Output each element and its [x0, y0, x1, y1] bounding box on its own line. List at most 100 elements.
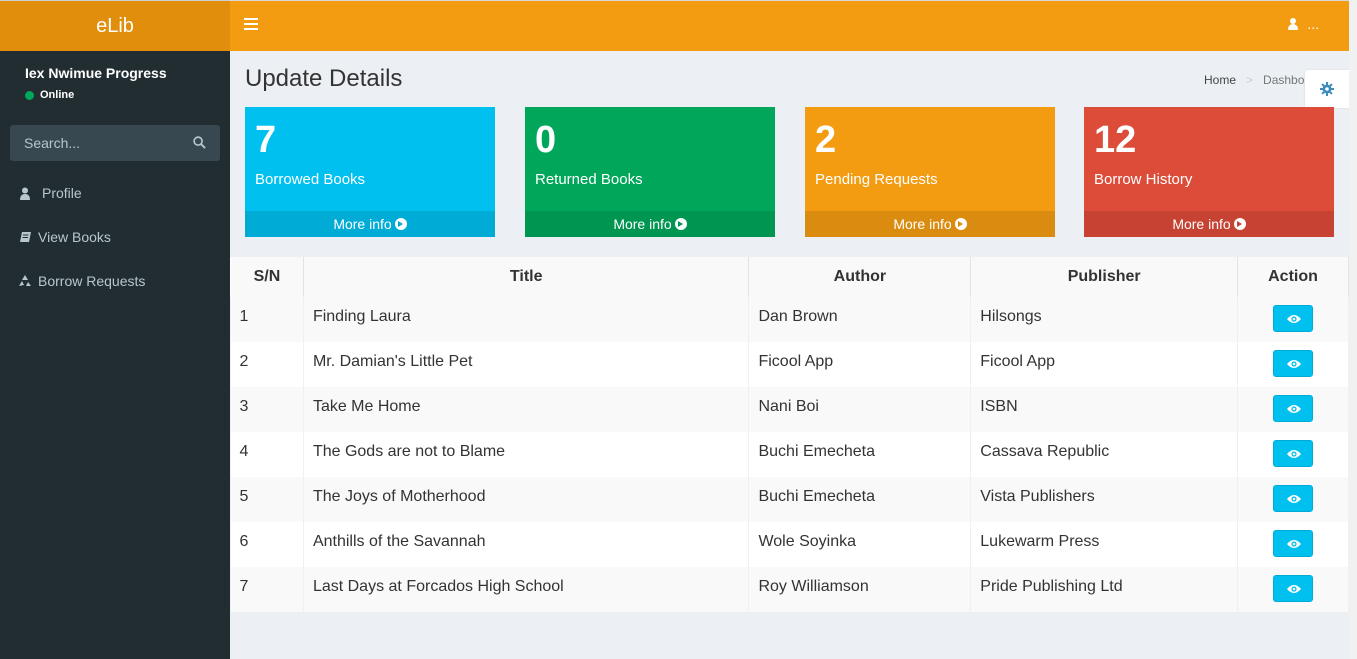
- table-header-row: S/N Title Author Publisher Action: [230, 257, 1349, 297]
- stat-value: 0: [535, 119, 557, 161]
- gear-icon: [1320, 82, 1334, 96]
- cell-action: [1237, 522, 1349, 567]
- eye-icon: [1287, 404, 1302, 413]
- cell-publisher: Ficool App: [970, 342, 1239, 387]
- cell-title: The Gods are not to Blame: [303, 432, 750, 477]
- column-header-action: Action: [1237, 257, 1349, 297]
- stat-box-returned-books: 0 Returned Books More info: [525, 107, 775, 237]
- more-info-link[interactable]: More info: [525, 211, 775, 237]
- cell-action: [1237, 432, 1349, 477]
- more-info-link[interactable]: More info: [805, 211, 1055, 237]
- sidebar: Iex Nwimue Progress Online Profile View …: [0, 51, 230, 659]
- search-icon[interactable]: [193, 136, 206, 149]
- books-table-container: S/N Title Author Publisher Action 1 Find…: [230, 257, 1349, 612]
- breadcrumb-separator: >: [1246, 73, 1254, 87]
- arrow-circle-right-icon: [674, 218, 687, 230]
- cell-sn: 4: [230, 432, 304, 477]
- user-status-label: Online: [40, 89, 75, 101]
- column-header-publisher: Publisher: [970, 257, 1239, 297]
- sidebar-menu: Profile View Books Borrow Requests: [0, 171, 230, 303]
- eye-icon: [1287, 539, 1302, 548]
- table-row: 3 Take Me Home Nani Boi ISBN: [230, 387, 1349, 432]
- more-info-label: More info: [613, 216, 672, 232]
- user-icon: [1288, 17, 1299, 31]
- user-icon: [18, 186, 32, 200]
- search-input[interactable]: [10, 125, 220, 161]
- table-row: 1 Finding Laura Dan Brown Hilsongs: [230, 297, 1349, 342]
- user-menu-label: ...: [1307, 16, 1319, 32]
- recycle-icon: [18, 274, 32, 288]
- cell-author: Buchi Emecheta: [748, 432, 972, 477]
- table-row: 2 Mr. Damian's Little Pet Ficool App Fic…: [230, 342, 1349, 387]
- view-button[interactable]: [1273, 484, 1314, 512]
- view-button[interactable]: [1273, 304, 1314, 332]
- cell-author: Nani Boi: [748, 387, 972, 432]
- cell-action: [1237, 477, 1349, 522]
- column-header-title: Title: [302, 257, 750, 297]
- eye-icon: [1287, 449, 1302, 458]
- cell-author: Ficool App: [748, 342, 972, 387]
- view-button[interactable]: [1273, 349, 1314, 377]
- stat-value: 2: [815, 119, 837, 161]
- cell-publisher: Cassava Republic: [970, 432, 1239, 477]
- sidebar-toggle-icon[interactable]: [244, 18, 258, 32]
- cell-author: Roy Williamson: [748, 567, 972, 612]
- more-info-link[interactable]: More info: [1084, 211, 1334, 237]
- cell-title: Finding Laura: [303, 297, 750, 342]
- cell-publisher: Pride Publishing Ltd: [970, 567, 1239, 612]
- cell-action: [1237, 387, 1349, 432]
- user-panel: Iex Nwimue Progress Online: [0, 51, 230, 119]
- cell-publisher: ISBN: [970, 387, 1239, 432]
- cell-publisher: Lukewarm Press: [970, 522, 1239, 567]
- eye-icon: [1287, 584, 1302, 593]
- sidebar-item-profile[interactable]: Profile: [0, 171, 230, 215]
- cell-author: Dan Brown: [748, 297, 972, 342]
- online-status-icon: [25, 90, 34, 100]
- cell-title: Take Me Home: [303, 387, 750, 432]
- cell-action: [1237, 567, 1349, 612]
- cell-author: Wole Soyinka: [748, 522, 972, 567]
- cell-author: Buchi Emecheta: [748, 477, 972, 522]
- user-name: Iex Nwimue Progress: [25, 65, 167, 81]
- books-table: S/N Title Author Publisher Action 1 Find…: [230, 257, 1349, 612]
- cell-title: The Joys of Motherhood: [303, 477, 750, 522]
- page-scrollbar[interactable]: [1349, 0, 1357, 659]
- view-button[interactable]: [1273, 529, 1314, 557]
- cell-title: Mr. Damian's Little Pet: [303, 342, 750, 387]
- arrow-circle-right-icon: [1233, 218, 1246, 230]
- sidebar-item-label: Borrow Requests: [38, 273, 146, 289]
- stat-box-borrow-history: 12 Borrow History More info: [1084, 107, 1334, 237]
- view-button[interactable]: [1273, 394, 1314, 422]
- more-info-label: More info: [333, 216, 392, 232]
- table-row: 6 Anthills of the Savannah Wole Soyinka …: [230, 522, 1349, 567]
- column-header-sn: S/N: [230, 257, 304, 297]
- cell-sn: 7: [230, 567, 304, 612]
- stat-label: Pending Requests: [815, 171, 938, 188]
- table-row: 7 Last Days at Forcados High School Roy …: [230, 567, 1349, 612]
- app-logo[interactable]: eLib: [0, 0, 230, 51]
- sidebar-item-view-books[interactable]: View Books: [0, 215, 230, 259]
- eye-icon: [1287, 494, 1302, 503]
- top-navbar: ...: [230, 0, 1349, 51]
- more-info-link[interactable]: More info: [245, 211, 495, 237]
- cell-action: [1237, 342, 1349, 387]
- sidebar-item-label: View Books: [38, 229, 111, 245]
- eye-icon: [1287, 314, 1302, 323]
- eye-icon: [1287, 359, 1302, 368]
- table-row: 4 The Gods are not to Blame Buchi Emeche…: [230, 432, 1349, 477]
- page-title: Update Details: [245, 65, 403, 92]
- user-menu[interactable]: ...: [1288, 16, 1319, 32]
- cell-sn: 6: [230, 522, 304, 567]
- stat-box-pending-requests: 2 Pending Requests More info: [805, 107, 1055, 237]
- breadcrumb: Home > Dashboard: [1198, 73, 1310, 87]
- settings-toggle-button[interactable]: [1305, 70, 1349, 108]
- stat-value: 12: [1094, 119, 1137, 161]
- cell-publisher: Vista Publishers: [970, 477, 1239, 522]
- sidebar-item-borrow-requests[interactable]: Borrow Requests: [0, 259, 230, 303]
- breadcrumb-home[interactable]: Home: [1204, 73, 1236, 87]
- more-info-label: More info: [893, 216, 952, 232]
- view-button[interactable]: [1273, 574, 1314, 602]
- cell-title: Anthills of the Savannah: [303, 522, 750, 567]
- arrow-circle-right-icon: [394, 218, 407, 230]
- view-button[interactable]: [1273, 439, 1314, 467]
